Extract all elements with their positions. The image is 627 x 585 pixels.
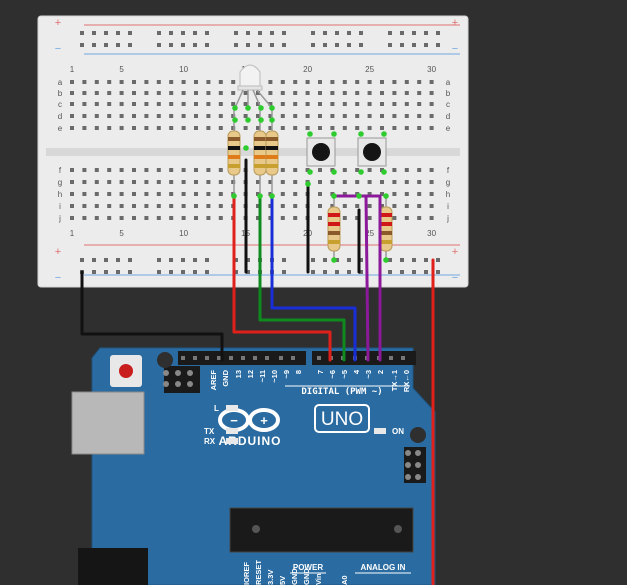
row-label: j bbox=[58, 214, 61, 223]
row-label: a bbox=[58, 78, 63, 87]
pin-label: ~5 bbox=[340, 370, 349, 379]
plus-sign: + bbox=[55, 17, 61, 29]
pushbutton-1[interactable] bbox=[306, 137, 336, 167]
row-label: i bbox=[447, 202, 449, 211]
mount-hole bbox=[410, 427, 426, 443]
row-label: e bbox=[58, 124, 63, 133]
column-label: 20 bbox=[303, 65, 312, 74]
pin-label: 12 bbox=[246, 370, 255, 378]
arduino-board[interactable]: AREF GND 13 12 ~11 ~10 ~9 8 7 ~6 ~5 4 ~3 2 TX→1 RX←0 − … bbox=[71, 347, 436, 585]
led-rx-label: RX bbox=[204, 437, 216, 446]
power-jack bbox=[78, 548, 148, 585]
pin-label: ~10 bbox=[270, 370, 279, 383]
pin-label: 2 bbox=[376, 370, 385, 374]
column-label: 1 bbox=[70, 229, 75, 238]
center-channel bbox=[46, 148, 460, 156]
chip-notch bbox=[252, 525, 260, 533]
mount-hole bbox=[157, 352, 173, 368]
led-l-label: L bbox=[214, 404, 219, 413]
breadboard[interactable]: 115510101515202025253030aabbccddeeffgghh… bbox=[37, 15, 469, 288]
row-label: b bbox=[58, 89, 63, 98]
pin-label: GND bbox=[302, 568, 311, 585]
column-label: 1 bbox=[70, 65, 75, 74]
minus-sign: − bbox=[55, 272, 61, 284]
pin-label: ~11 bbox=[258, 370, 267, 382]
pin-label: RESET bbox=[254, 560, 263, 585]
row-label: e bbox=[446, 124, 451, 133]
pin-label: TX→1 bbox=[390, 370, 399, 391]
led-on bbox=[374, 428, 386, 434]
row-label: h bbox=[58, 190, 62, 199]
column-label: 5 bbox=[119, 65, 124, 74]
on-label: ON bbox=[392, 427, 404, 436]
row-label: c bbox=[58, 100, 62, 109]
svg-text:+: + bbox=[260, 413, 268, 428]
row-label: a bbox=[446, 78, 451, 87]
led-tx-label: TX bbox=[204, 427, 215, 436]
analog-in-label: ANALOG IN bbox=[361, 563, 406, 572]
pin-label: 8 bbox=[294, 370, 303, 374]
row-label: d bbox=[446, 112, 450, 121]
pin-label: AREF bbox=[209, 370, 218, 391]
usb-port bbox=[71, 391, 145, 455]
digital-header-right bbox=[312, 351, 416, 365]
circuit-canvas: 115510101515202025253030aabbccddeeffgghh… bbox=[37, 15, 469, 585]
column-label: 30 bbox=[427, 229, 436, 238]
icsp-header bbox=[164, 366, 200, 393]
row-label: g bbox=[58, 178, 62, 187]
reset-button-cap[interactable] bbox=[119, 364, 133, 378]
row-label: i bbox=[59, 202, 61, 211]
led-tx bbox=[226, 428, 238, 434]
pin-label: 13 bbox=[234, 370, 243, 378]
pin-label: A0 bbox=[340, 575, 349, 585]
digital-pwm-label: DIGITAL (PWM ~) bbox=[301, 387, 382, 397]
column-label: 5 bbox=[119, 229, 124, 238]
pin-label: 7 bbox=[316, 370, 325, 374]
led-l bbox=[226, 405, 238, 411]
pin-label: ~9 bbox=[282, 370, 291, 379]
plus-sign: + bbox=[55, 246, 61, 258]
minus-sign: − bbox=[452, 43, 458, 55]
plus-sign: + bbox=[452, 17, 458, 29]
pushbutton-2[interactable] bbox=[357, 137, 387, 167]
row-label: h bbox=[446, 190, 450, 199]
column-label: 30 bbox=[427, 65, 436, 74]
pin-label: ~3 bbox=[364, 370, 373, 379]
model-label: UNO bbox=[321, 409, 363, 430]
row-label: b bbox=[446, 89, 451, 98]
chip-dot bbox=[394, 525, 402, 533]
pin-label: Vin bbox=[314, 573, 323, 585]
row-label: c bbox=[446, 100, 450, 109]
plus-sign: + bbox=[452, 246, 458, 258]
row-label: g bbox=[446, 178, 450, 187]
pin-label: IOREF bbox=[242, 562, 251, 585]
led-rx bbox=[226, 438, 238, 444]
minus-sign: − bbox=[55, 43, 61, 55]
minus-sign: − bbox=[452, 272, 458, 284]
pin-label: GND bbox=[290, 568, 299, 585]
pin-label: 5V bbox=[278, 576, 287, 585]
pin-label: ~6 bbox=[328, 370, 337, 379]
row-label: d bbox=[58, 112, 62, 121]
column-label: 10 bbox=[179, 229, 188, 238]
column-label: 10 bbox=[179, 65, 188, 74]
svg-text:−: − bbox=[230, 413, 238, 428]
pin-label: GND bbox=[221, 369, 230, 386]
column-label: 25 bbox=[365, 65, 374, 74]
row-label: j bbox=[446, 214, 449, 223]
pin-label: 3.3V bbox=[266, 570, 275, 585]
pin-label: RX←0 bbox=[402, 370, 411, 392]
